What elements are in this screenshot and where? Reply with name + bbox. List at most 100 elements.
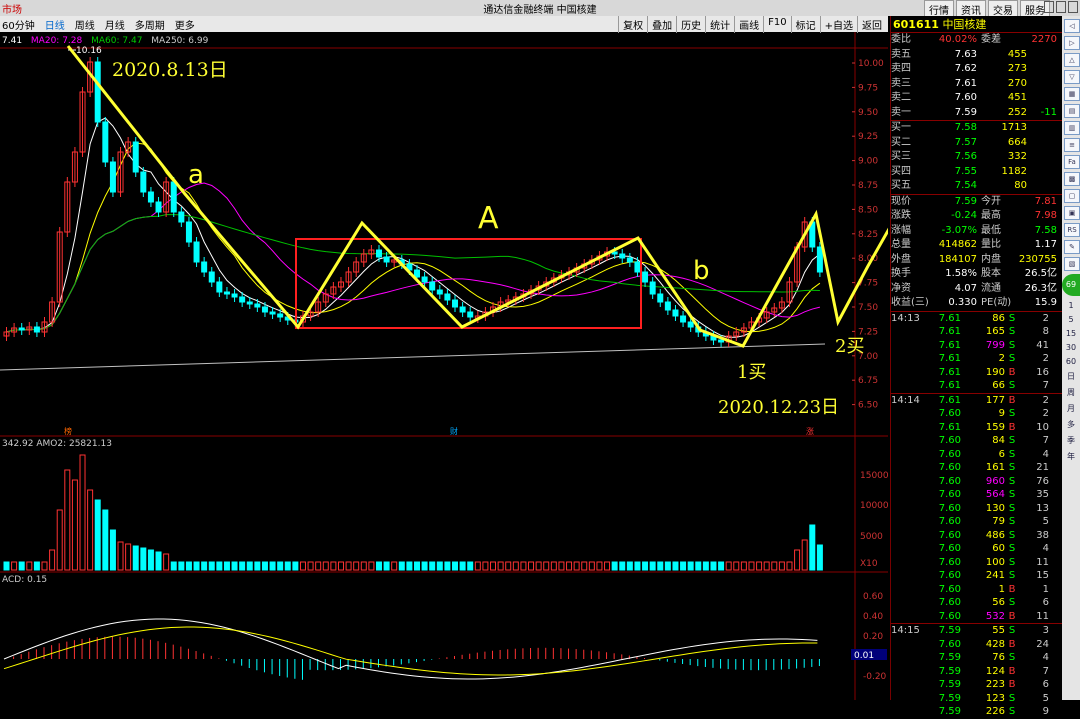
candle xyxy=(687,321,694,328)
bid-row[interactable]: 买三 7.56 332 xyxy=(891,150,1063,165)
period-10[interactable]: 年 xyxy=(1062,451,1080,462)
tab-60min[interactable]: 60分钟 xyxy=(0,17,37,32)
tick-row: 7.61 2 S 2 xyxy=(891,352,1063,366)
chart-icon[interactable]: ▤ xyxy=(1064,104,1080,118)
badge-icon[interactable]: 69 xyxy=(1062,274,1080,296)
list-icon[interactable]: ≡ xyxy=(1064,138,1080,152)
tab-monthly[interactable]: 月线 xyxy=(103,17,127,32)
ask-volume: 270 xyxy=(1007,77,1027,89)
period-6[interactable]: 周 xyxy=(1062,387,1080,398)
period-7[interactable]: 月 xyxy=(1062,403,1080,414)
fund-icon[interactable]: Fa xyxy=(1064,155,1080,169)
ask-row[interactable]: 卖四 7.62 273 xyxy=(891,62,1063,77)
annotation-buy2: 2买 xyxy=(835,336,864,357)
marker-rise[interactable]: 涨 xyxy=(806,426,814,436)
tick-time: 14:14 xyxy=(891,394,920,406)
tool-back[interactable]: 返回 xyxy=(857,16,886,33)
volume-bar xyxy=(398,561,405,571)
minimize-icon[interactable] xyxy=(1044,1,1054,13)
tick-volume: 532 xyxy=(985,610,1005,622)
stat-label: 换手 xyxy=(891,268,911,279)
arrow-left-icon[interactable]: ◁ xyxy=(1064,19,1080,33)
volume-bar xyxy=(277,561,284,571)
candle xyxy=(436,289,443,295)
bid-row[interactable]: 买五 7.54 80 xyxy=(891,179,1063,194)
ask-row[interactable]: 卖一 7.59 252 -11 xyxy=(891,106,1063,121)
tool-overlay[interactable]: 叠加 xyxy=(647,16,676,33)
tick-count: 1 xyxy=(1042,583,1049,595)
stat-value: -0.24 xyxy=(951,210,977,221)
bid-row[interactable]: 买二 7.57 664 xyxy=(891,136,1063,151)
pen-icon[interactable]: ✎ xyxy=(1064,240,1080,254)
tick-row: 7.60 1 B 1 xyxy=(891,583,1063,597)
blocks-icon[interactable]: ▧ xyxy=(1064,257,1080,271)
stat-label: 内盘 xyxy=(981,253,1001,265)
bid-row[interactable]: 买四 7.55 1182 xyxy=(891,165,1063,180)
marker-rank[interactable]: 榜 xyxy=(64,426,72,436)
candle xyxy=(239,296,246,303)
ask-label: 卖五 xyxy=(891,48,911,60)
bars-icon[interactable]: ▥ xyxy=(1064,121,1080,135)
tool-statistics[interactable]: 统计 xyxy=(705,16,734,33)
tool-add-watchlist[interactable]: +自选 xyxy=(819,16,857,33)
tick-time xyxy=(891,705,925,719)
kline-chart[interactable]: 7.41 MA20: 7.28 MA60: 7.47 MA250: 6.99 3… xyxy=(0,32,888,700)
period-3[interactable]: 30 xyxy=(1062,343,1080,352)
close-icon[interactable] xyxy=(1068,1,1078,13)
tool-f10[interactable]: F10 xyxy=(763,16,790,33)
period-5[interactable]: 日 xyxy=(1062,371,1080,382)
tick-price: 7.60 xyxy=(938,570,961,581)
period-9[interactable]: 季 xyxy=(1062,435,1080,446)
stat-value: 0.330 xyxy=(948,297,977,308)
tick-row: 7.59 76 S 4 xyxy=(891,651,1063,665)
tick-volume: 123 xyxy=(985,692,1005,704)
tab-multi-period[interactable]: 多周期 xyxy=(133,17,167,32)
stack-icon[interactable]: ▣ xyxy=(1064,206,1080,220)
tick-list[interactable]: 14:13 7.61 86 S 2 7.61 165 S 8 7.61 799 S 41 7.61 2 S 2 7… xyxy=(891,310,1063,719)
tick-row: 7.60 84 S 7 xyxy=(891,434,1063,448)
stat-label: 外盘 xyxy=(891,253,911,265)
arrow-right-icon[interactable]: ▷ xyxy=(1064,36,1080,50)
volume-bar xyxy=(467,561,474,571)
tick-side: S xyxy=(1008,597,1016,608)
rsi-icon[interactable]: RS xyxy=(1064,223,1080,237)
volume-bar xyxy=(725,561,732,571)
volume-bar xyxy=(490,561,497,571)
tool-draw-line[interactable]: 画线 xyxy=(734,16,763,33)
tick-row: 14:13 7.61 86 S 2 xyxy=(891,312,1063,326)
ask-row[interactable]: 卖三 7.61 270 xyxy=(891,77,1063,92)
ask-row[interactable]: 卖二 7.60 451 xyxy=(891,91,1063,106)
volume-bar xyxy=(26,561,33,571)
period-2[interactable]: 15 xyxy=(1062,329,1080,338)
table-icon[interactable]: ▩ xyxy=(1064,172,1080,186)
tab-daily[interactable]: 日线 xyxy=(43,17,67,32)
tool-mark[interactable]: 标记 xyxy=(790,16,820,33)
tool-restore-rights[interactable]: 复权 xyxy=(618,16,647,33)
marker-finance[interactable]: 财 xyxy=(450,426,458,436)
tick-side: S xyxy=(1008,706,1016,717)
tick-time xyxy=(891,569,925,583)
period-4[interactable]: 60 xyxy=(1062,357,1080,366)
ask-row[interactable]: 卖五 7.63 455 xyxy=(891,48,1063,63)
grid-icon[interactable]: ▦ xyxy=(1064,87,1080,101)
stat-row: 净资 4.07 流通 26.3亿 xyxy=(891,282,1063,297)
period-1[interactable]: 5 xyxy=(1062,315,1080,324)
tick-time xyxy=(891,583,925,597)
window-icon[interactable]: ▢ xyxy=(1064,189,1080,203)
tick-row: 7.61 66 S 7 xyxy=(891,379,1063,393)
tick-row: 7.60 960 S 76 xyxy=(891,475,1063,489)
tick-count: 2 xyxy=(1042,408,1049,419)
ask-volume: 273 xyxy=(1007,63,1027,74)
bid-row[interactable]: 买一 7.58 1713 xyxy=(891,121,1063,136)
tool-history[interactable]: 历史 xyxy=(676,16,705,33)
arrow-down-icon[interactable]: ▽ xyxy=(1064,70,1080,84)
tick-row: 7.60 60 S 4 xyxy=(891,542,1063,556)
maximize-icon[interactable] xyxy=(1056,1,1066,13)
period-0[interactable]: 1 xyxy=(1062,301,1080,310)
tab-weekly[interactable]: 周线 xyxy=(73,17,97,32)
volume-bar xyxy=(163,553,170,571)
arrow-up-icon[interactable]: △ xyxy=(1064,53,1080,67)
period-8[interactable]: 多 xyxy=(1062,419,1080,430)
tab-more[interactable]: 更多 xyxy=(173,17,197,32)
stock-code[interactable]: 601611 xyxy=(893,18,939,31)
